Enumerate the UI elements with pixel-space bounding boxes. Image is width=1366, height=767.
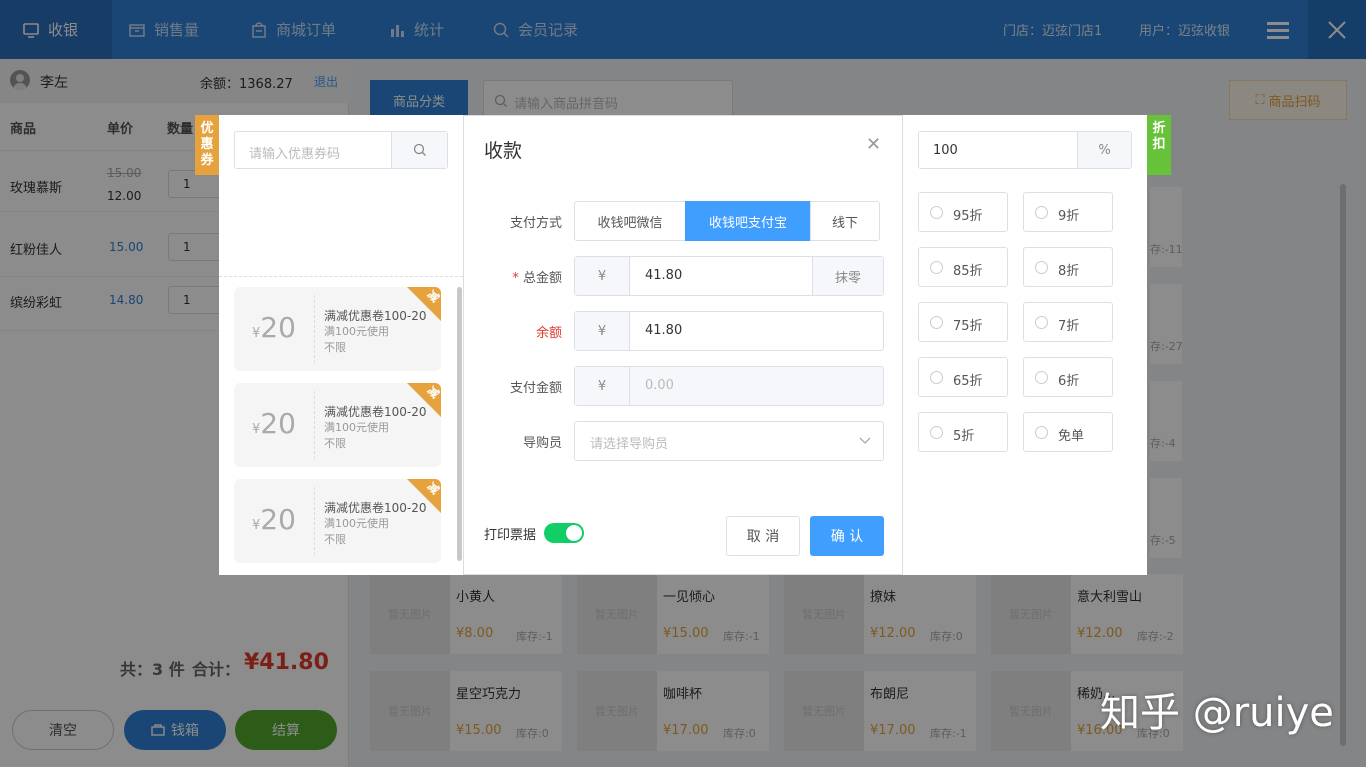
coupon-condition: 满100元使用 [324,325,389,338]
round-off-button[interactable]: 抹零 [812,257,883,295]
discount-option-80[interactable]: 8折 [1023,247,1113,287]
percent-suffix: % [1077,132,1131,168]
discount-option-label: 8折 [1058,264,1080,279]
remaining-label: 余额 [535,326,562,341]
remaining-field[interactable]: ¥ 41.80 [574,311,884,351]
discount-option-free[interactable]: 免单 [1023,412,1113,452]
discount-tab[interactable]: 折扣 [1147,115,1171,175]
discount-option-label: 65折 [953,374,983,389]
total-amount-field[interactable]: ¥ 41.80 抹零 [574,256,884,296]
method-offline-button[interactable]: 线下 [810,201,880,241]
discount-option-70[interactable]: 7折 [1023,302,1113,342]
radio-icon [1035,426,1048,439]
radio-icon [930,371,943,384]
coupon-amount: ¥20 [252,407,296,440]
method-alipay-button[interactable]: 收钱吧支付宝 [685,201,811,241]
total-amount-label: * 总金额 [512,271,562,286]
discount-option-label: 5折 [953,429,975,444]
coupon-card[interactable]: ¥20 满减优惠卷100-20 满100元使用 不限 减 [234,287,441,371]
discount-option-label: 75折 [953,319,983,334]
discount-option-75[interactable]: 75折 [918,302,1008,342]
guide-placeholder: 请选择导购员 [590,437,669,452]
currency-prefix: ¥ [575,312,630,350]
coupon-condition: 满100元使用 [324,517,389,530]
coupon-amount: ¥20 [252,311,296,344]
watermark: 知乎 @ruiye [1100,690,1334,736]
dialog-close-icon[interactable]: ✕ [866,134,881,155]
radio-icon [930,261,943,274]
cancel-button[interactable]: 取 消 [726,516,800,556]
radio-icon [1035,261,1048,274]
guide-label: 导购员 [522,436,562,451]
discount-option-60[interactable]: 6折 [1023,357,1113,397]
pay-amount-label: 支付金额 [509,381,562,396]
print-receipt-toggle[interactable] [544,523,584,543]
discount-option-label: 6折 [1058,374,1080,389]
coupon-limit: 不限 [324,437,346,450]
radio-icon [1035,316,1048,329]
dialog-title: 收款 [484,140,523,162]
method-wechat-button[interactable]: 收钱吧微信 [574,201,686,241]
confirm-button[interactable]: 确 认 [810,516,884,556]
discount-option-85[interactable]: 85折 [918,247,1008,287]
radio-icon [930,426,943,439]
currency-prefix: ¥ [575,367,630,405]
discount-option-label: 9折 [1058,209,1080,224]
print-receipt-label: 打印票据 [484,528,537,543]
payment-dialog: 收款 ✕ 支付方式 收钱吧微信 收钱吧支付宝 线下 * 总金额 ¥ 41.80 … [463,115,903,575]
coupon-card[interactable]: ¥20 满减优惠卷100-20 满100元使用 不限 减 [234,383,441,467]
payment-method-label: 支付方式 [509,216,562,231]
discount-value: 100 [933,143,958,158]
remaining-value: 41.80 [645,323,683,338]
coupon-card[interactable]: ¥20 满减优惠卷100-20 满100元使用 不限 减 [234,479,441,563]
radio-icon [1035,206,1048,219]
coupon-code-input[interactable]: 请输入优惠券码 [234,131,448,169]
coupon-divider [314,487,315,555]
coupon-limit: 不限 [324,533,346,546]
guide-select[interactable]: 请选择导购员 [574,421,884,461]
coupon-code-placeholder: 请输入优惠券码 [249,147,341,162]
coupon-divider [314,295,315,363]
pay-amount-placeholder: 0.00 [645,378,674,393]
coupon-panel: 请输入优惠券码 ¥20 满减优惠卷100-20 满100元使用 不限 减 ¥20… [219,115,463,575]
discount-option-label: 95折 [953,209,983,224]
radio-icon [930,316,943,329]
discount-panel: 100 % 95折 9折 85折 8折 75折 7折 65折 6折 5折 免单 [903,115,1147,575]
currency-prefix: ¥ [575,257,630,295]
pay-amount-field[interactable]: ¥ 0.00 [574,366,884,406]
discount-option-label: 免单 [1058,429,1085,444]
chevron-down-icon [859,437,871,444]
divider [219,276,463,277]
coupon-amount: ¥20 [252,503,296,536]
discount-input[interactable]: 100 % [918,131,1132,169]
discount-option-95[interactable]: 95折 [918,192,1008,232]
coupon-divider [314,391,315,459]
coupon-condition: 满100元使用 [324,421,389,434]
coupon-tab[interactable]: 优惠券 [195,115,219,175]
coupon-limit: 不限 [324,341,346,354]
total-amount-value: 41.80 [645,268,683,283]
radio-icon [1035,371,1048,384]
coupon-search-button[interactable] [391,132,447,168]
search-icon [413,143,426,156]
toggle-knob [566,525,582,541]
discount-option-65[interactable]: 65折 [918,357,1008,397]
radio-icon [930,206,943,219]
discount-option-label: 85折 [953,264,983,279]
discount-option-90[interactable]: 9折 [1023,192,1113,232]
discount-option-label: 7折 [1058,319,1080,334]
discount-option-50[interactable]: 5折 [918,412,1008,452]
coupon-scrollbar[interactable] [457,287,462,561]
